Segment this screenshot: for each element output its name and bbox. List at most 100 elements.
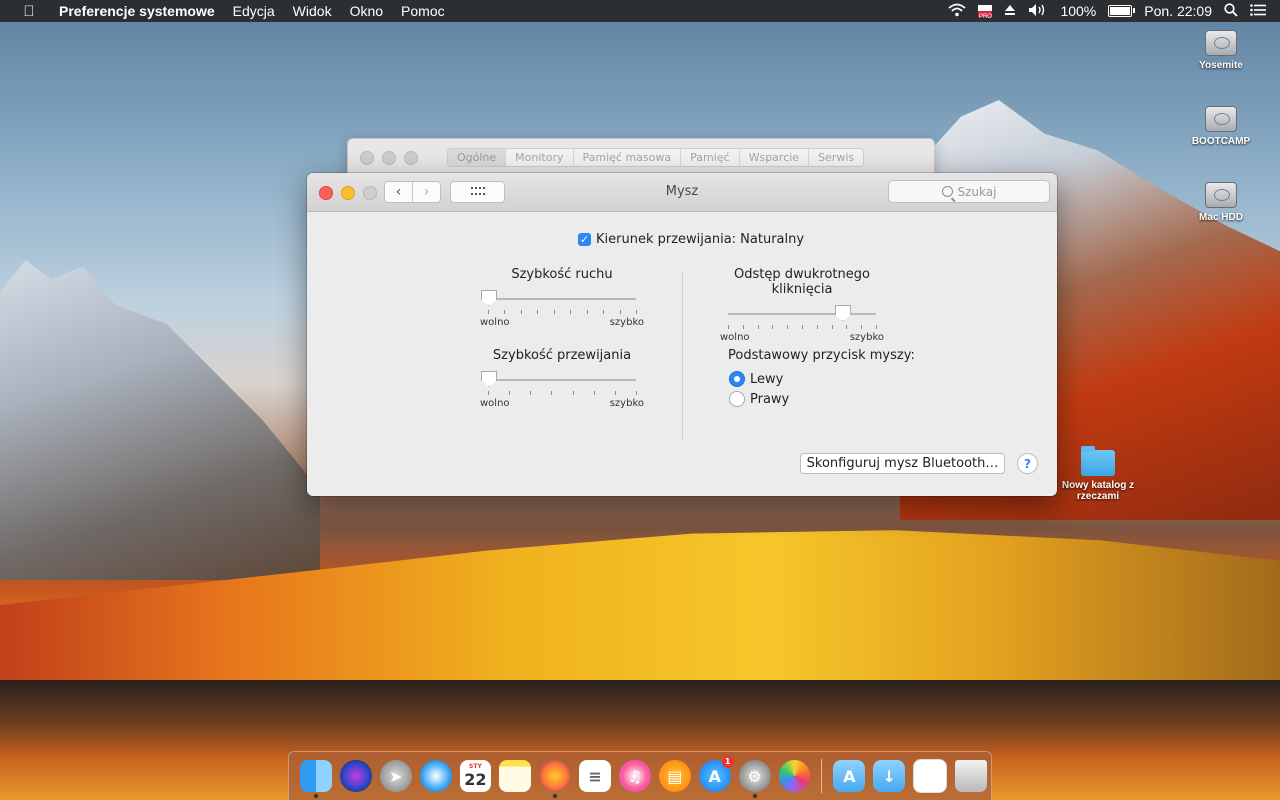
slider-ticks bbox=[488, 391, 637, 395]
slider-tick bbox=[593, 391, 595, 395]
firefox-icon[interactable] bbox=[539, 760, 572, 798]
itunes-icon[interactable]: ♫ bbox=[619, 760, 651, 792]
photos-icon[interactable] bbox=[778, 760, 811, 792]
window-content: ✓ Kierunek przewijania: Naturalny Szybko… bbox=[307, 212, 1057, 496]
tracking-speed-title: Szybkość ruchu bbox=[511, 267, 613, 282]
slider-tick bbox=[728, 325, 729, 329]
desktop-drive-mac-hdd[interactable]: Mac HDD bbox=[1181, 182, 1261, 223]
app-store-badge: 1 bbox=[721, 756, 734, 768]
reminders-icon[interactable]: ≡ bbox=[579, 760, 611, 792]
slider-tick bbox=[772, 325, 774, 329]
slider-tick bbox=[846, 325, 848, 329]
desktop-drive-bootcamp[interactable]: BOOTCAMP bbox=[1181, 106, 1261, 147]
radio-left-row[interactable]: Lewy bbox=[729, 371, 915, 387]
volume-icon[interactable] bbox=[1028, 3, 1048, 20]
slider-tick bbox=[586, 310, 588, 314]
calendar-day: 22 bbox=[464, 770, 487, 789]
close-button-inactive[interactable] bbox=[360, 151, 374, 165]
setup-bluetooth-mouse-button[interactable]: Skonfiguruj mysz Bluetooth… bbox=[800, 453, 1005, 474]
menu-view[interactable]: Widok bbox=[284, 0, 341, 22]
desktop-drive-label: Mac HDD bbox=[1199, 212, 1243, 223]
slider-tick bbox=[572, 391, 574, 395]
calendar-icon[interactable]: STY 22 bbox=[459, 760, 492, 792]
double-click-speed-group: Odstęp dwukrotnego kliknięcia wolno szyb… bbox=[712, 267, 892, 343]
slider-tick bbox=[614, 391, 616, 395]
column-divider bbox=[682, 272, 683, 440]
tab-storage[interactable]: Pamięć masowa bbox=[574, 149, 682, 166]
tab-general[interactable]: Ogólne bbox=[448, 149, 507, 166]
scroll-speed-group: Szybkość przewijania wolno szybko bbox=[472, 348, 652, 409]
slider-tick bbox=[619, 310, 621, 314]
siri-icon[interactable] bbox=[339, 760, 372, 792]
system-preferences-icon[interactable]: ⚙ bbox=[738, 760, 771, 798]
flag-badge: PRO bbox=[978, 14, 992, 20]
menu-edit[interactable]: Edycja bbox=[224, 0, 284, 22]
spotlight-search-icon[interactable] bbox=[1224, 2, 1238, 20]
slider-tick bbox=[553, 310, 555, 314]
safari-icon[interactable] bbox=[419, 760, 452, 792]
slider-knob[interactable] bbox=[481, 290, 497, 306]
battery-icon[interactable] bbox=[1108, 5, 1136, 17]
applications-folder-icon[interactable]: A bbox=[833, 760, 866, 792]
natural-scroll-row[interactable]: ✓ Kierunek przewijania: Naturalny bbox=[578, 232, 804, 247]
dock: ➤ STY 22 ≡ ♫ ▤ A 1 ⚙ A ↓ bbox=[288, 751, 992, 800]
tab-memory[interactable]: Pamięć bbox=[681, 149, 740, 166]
trash-icon[interactable] bbox=[955, 760, 987, 792]
slider-tick bbox=[504, 310, 506, 314]
slider-tick bbox=[787, 325, 789, 329]
minimize-button-inactive[interactable] bbox=[382, 151, 396, 165]
search-field[interactable]: Szukaj bbox=[888, 180, 1050, 203]
radio-right[interactable] bbox=[729, 391, 745, 407]
menu-help[interactable]: Pomoc bbox=[392, 0, 454, 22]
double-click-speed-slider[interactable] bbox=[728, 305, 876, 321]
notes-icon[interactable] bbox=[499, 760, 532, 792]
tab-service[interactable]: Serwis bbox=[809, 149, 863, 166]
slider-tick bbox=[816, 325, 818, 329]
menu-window[interactable]: Okno bbox=[341, 0, 392, 22]
tracking-speed-slider[interactable] bbox=[481, 290, 636, 306]
tab-support[interactable]: Wsparcie bbox=[740, 149, 810, 166]
clock[interactable]: Pon. 22:09 bbox=[1144, 3, 1212, 19]
eject-icon[interactable] bbox=[1004, 3, 1016, 19]
about-mac-tabs: Ogólne Monitory Pamięć masowa Pamięć Wsp… bbox=[447, 148, 865, 167]
desktop-drive-yosemite[interactable]: Yosemite bbox=[1181, 30, 1261, 71]
slider-ticks bbox=[488, 310, 637, 314]
scroll-speed-title: Szybkość przewijania bbox=[492, 348, 632, 363]
slider-ticks bbox=[728, 325, 877, 329]
downloads-folder-icon[interactable]: ↓ bbox=[873, 760, 906, 792]
search-icon bbox=[941, 186, 953, 197]
app-store-icon[interactable]: A 1 bbox=[698, 756, 734, 792]
slider-tick bbox=[742, 325, 744, 329]
documents-stack-icon[interactable] bbox=[913, 759, 947, 793]
natural-scroll-label: Kierunek przewijania: Naturalny bbox=[596, 232, 805, 247]
input-source-flag-icon[interactable]: PRO bbox=[978, 3, 993, 20]
notification-center-icon[interactable] bbox=[1250, 3, 1266, 19]
menu-app-name[interactable]: Preferencje systemowe bbox=[50, 0, 224, 22]
desktop-drive-label: Yosemite bbox=[1199, 60, 1243, 71]
launchpad-icon[interactable]: ➤ bbox=[379, 760, 412, 792]
dock-separator bbox=[821, 759, 823, 793]
finder-icon[interactable] bbox=[300, 760, 332, 798]
apple-icon[interactable]:  bbox=[20, 3, 38, 20]
scroll-speed-slider[interactable] bbox=[481, 371, 636, 387]
ibooks-icon[interactable]: ▤ bbox=[658, 760, 691, 792]
slider-tick bbox=[530, 391, 532, 395]
desktop-folder[interactable]: Nowy katalog z rzeczami bbox=[1058, 446, 1138, 502]
slider-knob[interactable] bbox=[481, 371, 497, 387]
radio-right-row[interactable]: Prawy bbox=[729, 391, 915, 407]
slider-tick bbox=[551, 391, 553, 395]
zoom-button-inactive[interactable] bbox=[404, 151, 418, 165]
radio-left[interactable] bbox=[729, 371, 745, 387]
wifi-icon[interactable] bbox=[948, 3, 967, 20]
hard-drive-icon bbox=[1205, 182, 1237, 208]
window-titlebar[interactable]: ‹ › Mysz Szukaj bbox=[307, 173, 1057, 212]
radio-left-label: Lewy bbox=[750, 371, 784, 387]
slider-max-label: szybko bbox=[609, 317, 644, 328]
slider-tick bbox=[488, 310, 489, 314]
slider-tick bbox=[488, 391, 489, 395]
tab-displays[interactable]: Monitory bbox=[506, 149, 574, 166]
slider-knob[interactable] bbox=[834, 305, 851, 321]
battery-percent[interactable]: 100% bbox=[1060, 3, 1096, 19]
natural-scroll-checkbox[interactable]: ✓ bbox=[578, 233, 591, 246]
help-button[interactable]: ? bbox=[1017, 453, 1038, 474]
